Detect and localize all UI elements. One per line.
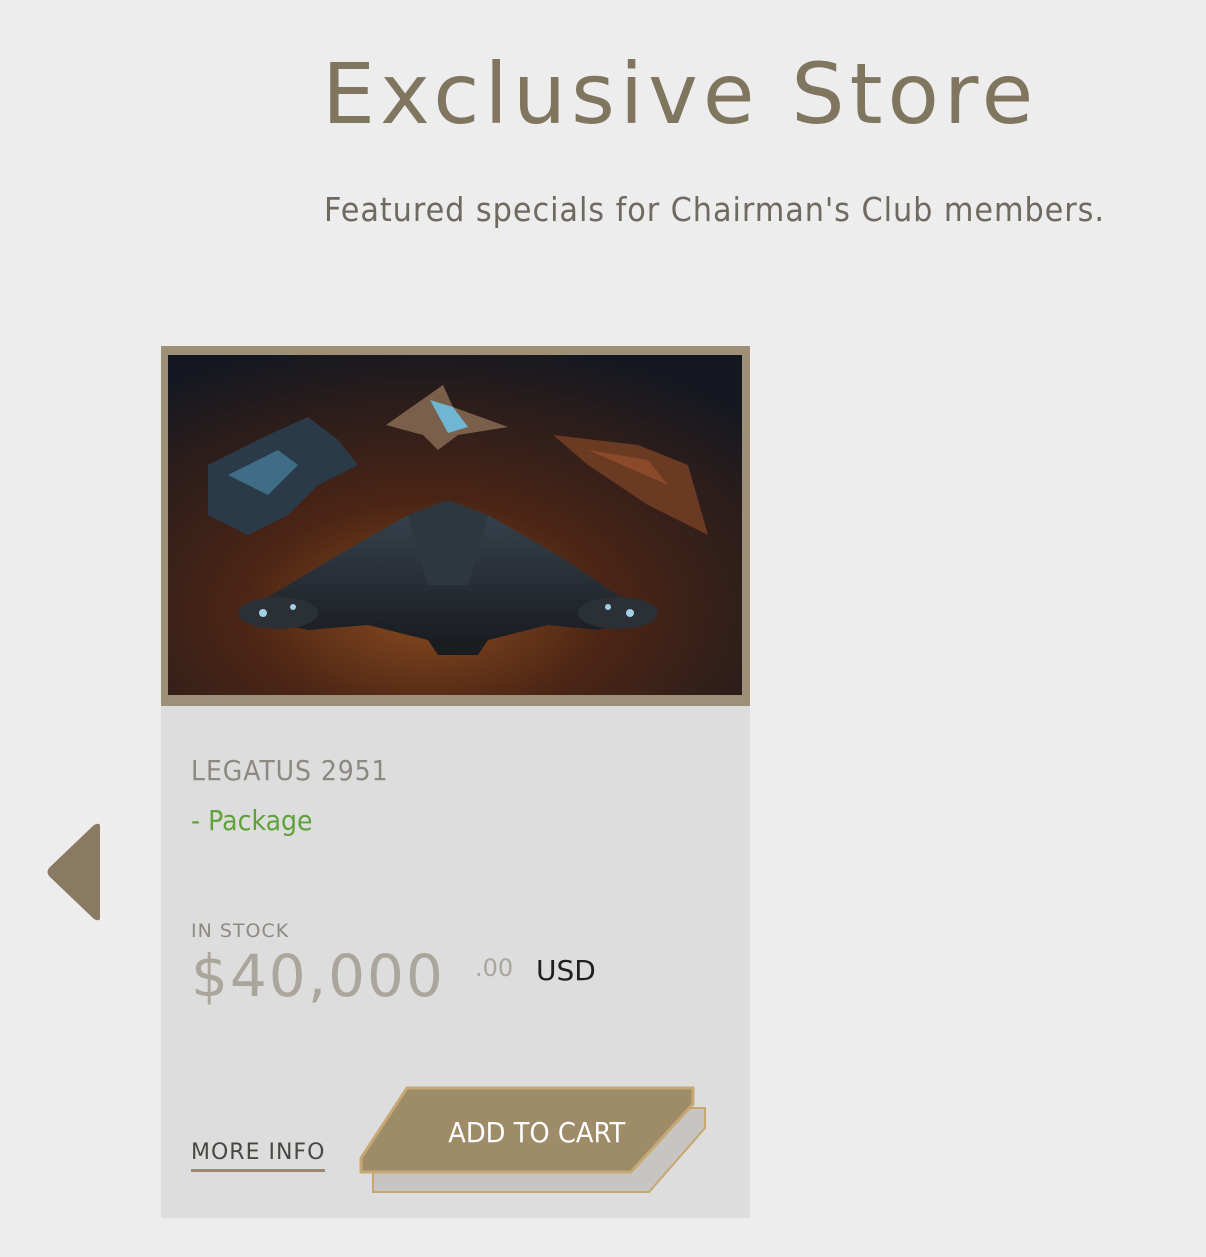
product-card: LEGATUS 2951 - Package IN STOCK $40,000 … [161, 346, 750, 1218]
more-info-link[interactable]: MORE INFO [191, 1140, 326, 1172]
spaceship-fleet-image [168, 355, 742, 695]
page-subtitle: Featured specials for Chairman's Club me… [324, 190, 1105, 229]
product-name[interactable]: LEGATUS 2951 [191, 754, 389, 787]
stock-status: IN STOCK [191, 920, 290, 942]
price-currency: USD [536, 954, 596, 987]
caret-left-icon [47, 823, 100, 921]
product-image[interactable] [161, 346, 750, 706]
product-type: - Package [191, 804, 313, 837]
add-to-cart-button[interactable]: ADD TO CART [359, 1086, 709, 1198]
add-to-cart-label: ADD TO CART [448, 1116, 626, 1149]
price-cents: .00 [475, 954, 514, 982]
price-amount: $40,000 [191, 942, 445, 1010]
carousel-prev-button[interactable] [44, 822, 104, 922]
page-title: Exclusive Store [322, 45, 1039, 143]
